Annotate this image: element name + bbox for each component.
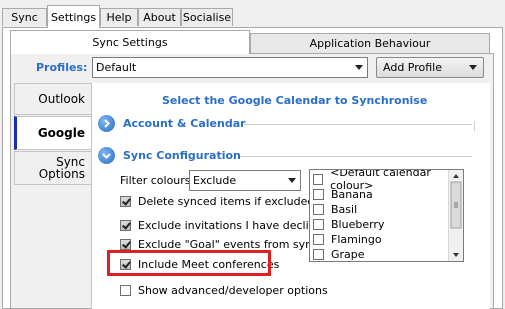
filter-colours-label: Filter colours xyxy=(120,174,191,187)
delete-synced-label: Delete synced items if excluded xyxy=(138,195,315,208)
filter-colours-value: Exclude xyxy=(193,174,237,187)
tab-help[interactable]: Help xyxy=(100,8,138,26)
list-item-label: Grape xyxy=(331,247,365,261)
calendar-colours-list[interactable]: <Default calendar colour> Banana Basil B… xyxy=(309,169,464,262)
list-item[interactable]: Flamingo xyxy=(313,232,382,246)
list-scrollbar[interactable] xyxy=(448,170,463,261)
tab-sync[interactable]: Sync xyxy=(2,8,47,26)
chevron-right-icon xyxy=(104,119,110,128)
chevron-down-icon xyxy=(355,65,363,70)
tab-socialise[interactable]: Socialise xyxy=(181,8,233,26)
list-item-checkbox[interactable] xyxy=(313,188,324,200)
list-item-label: Banana xyxy=(331,187,373,201)
side-tab-google[interactable]: Google xyxy=(14,116,91,150)
list-item-checkbox[interactable] xyxy=(313,173,324,185)
list-item-label: Basil xyxy=(331,202,358,216)
section-divider xyxy=(240,156,472,157)
chevron-down-icon xyxy=(288,178,296,183)
side-tab-outlook[interactable]: Outlook xyxy=(14,83,91,115)
tab-settings[interactable]: Settings xyxy=(47,5,100,28)
list-item-checkbox[interactable] xyxy=(313,233,324,245)
list-item-label: Flamingo xyxy=(331,232,382,246)
list-item[interactable]: <Default calendar colour> xyxy=(313,170,463,192)
tab-application-behaviour[interactable]: Application Behaviour xyxy=(250,33,490,53)
filter-colours-select[interactable]: Exclude xyxy=(189,170,301,191)
exclude-declined-label: Exclude invitations I have declined xyxy=(138,219,330,232)
collapse-sync-config-button[interactable] xyxy=(98,147,115,164)
add-profile-button[interactable]: Add Profile xyxy=(376,57,484,78)
show-advanced-checkbox[interactable] xyxy=(120,285,131,296)
exclude-goal-checkbox[interactable] xyxy=(120,239,131,250)
show-advanced-label: Show advanced/developer options xyxy=(138,284,328,297)
delete-synced-checkbox[interactable] xyxy=(120,196,131,207)
profiles-label: Profiles: xyxy=(36,61,88,74)
list-item-checkbox[interactable] xyxy=(313,203,324,215)
list-item-label: Blueberry xyxy=(331,217,385,231)
section-divider-end xyxy=(472,121,475,131)
profile-select-value: Default xyxy=(96,61,137,74)
profile-select[interactable]: Default xyxy=(92,57,368,78)
expand-account-button[interactable] xyxy=(98,115,115,132)
section-divider xyxy=(244,124,472,125)
list-item[interactable]: Basil xyxy=(313,202,357,216)
list-item[interactable]: Grape xyxy=(313,247,365,261)
page-title: Select the Google Calendar to Synchronis… xyxy=(162,94,428,107)
add-profile-label: Add Profile xyxy=(383,61,442,74)
scrollbar-arrows-icon xyxy=(450,174,462,257)
highlight-box xyxy=(107,250,271,276)
list-item-checkbox[interactable] xyxy=(313,248,324,260)
exclude-declined-checkbox[interactable] xyxy=(120,220,131,231)
list-item-checkbox[interactable] xyxy=(313,218,324,230)
tab-sync-settings[interactable]: Sync Settings xyxy=(10,30,250,54)
list-item[interactable]: Blueberry xyxy=(313,217,384,231)
tab-about[interactable]: About xyxy=(138,8,181,26)
account-calendar-heading: Account & Calendar xyxy=(123,117,246,130)
side-tab-sync-options[interactable]: Sync Options xyxy=(14,151,91,185)
list-item[interactable]: Banana xyxy=(313,187,373,201)
sync-configuration-heading: Sync Configuration xyxy=(123,149,241,162)
chevron-down-icon xyxy=(469,65,477,70)
chevron-down-icon xyxy=(102,153,111,159)
